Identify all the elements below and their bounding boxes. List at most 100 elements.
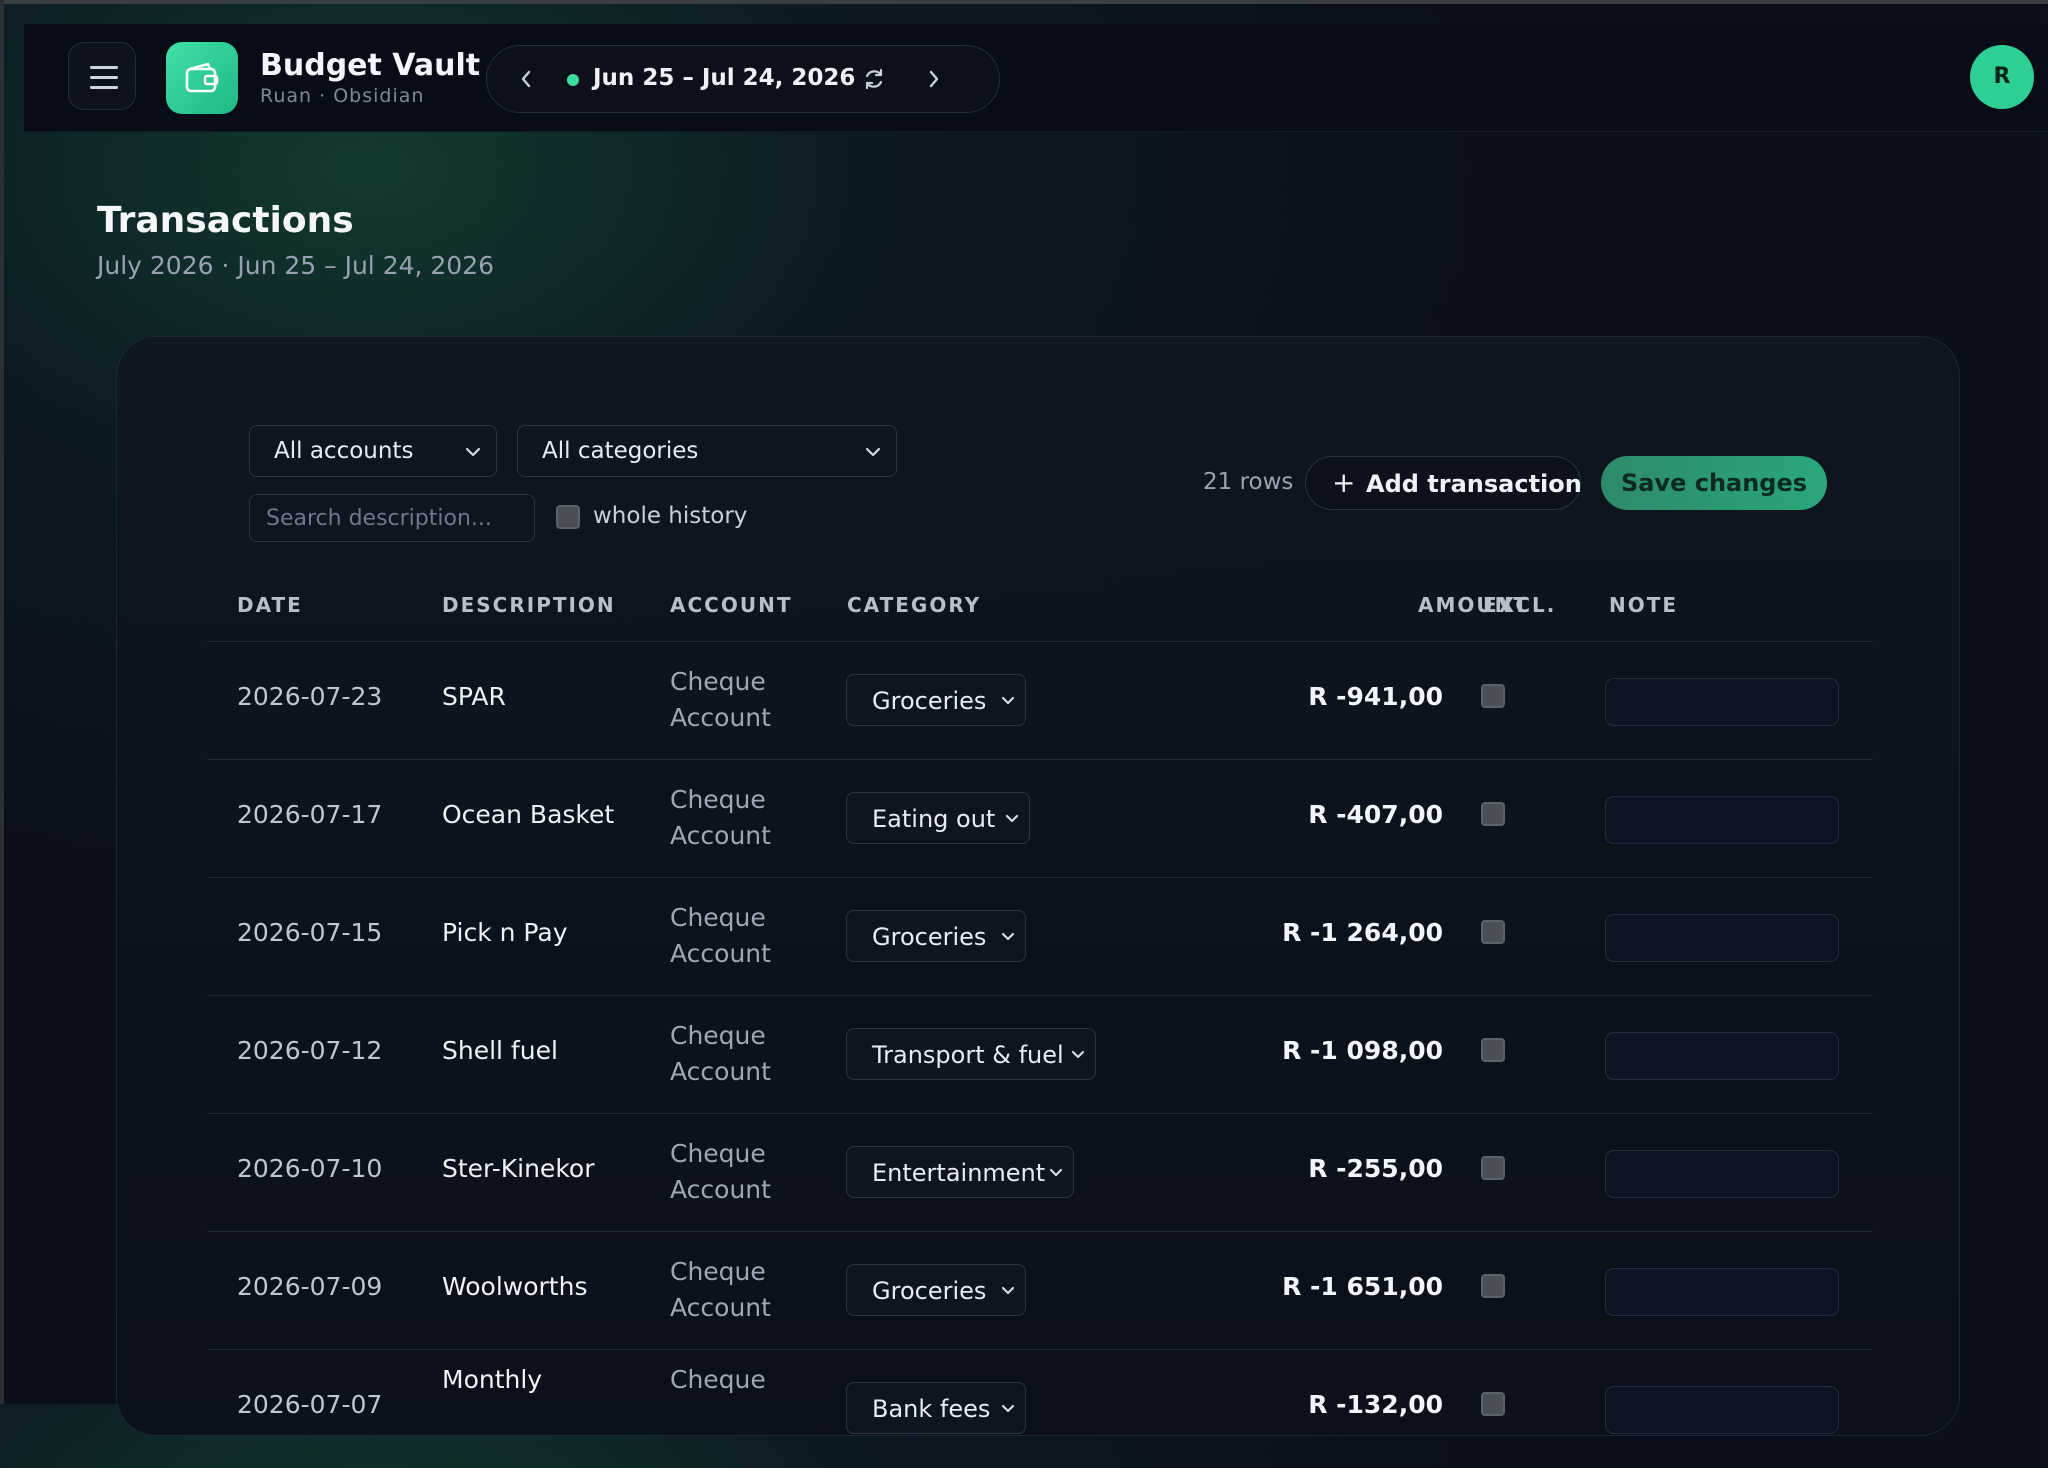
row-note-input[interactable] bbox=[1605, 1150, 1839, 1198]
row-exclude-checkbox[interactable] bbox=[1481, 684, 1505, 708]
app-logo bbox=[166, 42, 238, 114]
column-header-description: DESCRIPTION bbox=[442, 593, 616, 617]
row-description: SPAR bbox=[442, 682, 506, 711]
row-account: Cheque Account bbox=[670, 903, 771, 968]
row-account: Cheque Account bbox=[670, 1139, 771, 1204]
row-amount: R -1 264,00 bbox=[1282, 918, 1443, 947]
chevron-down-icon bbox=[1001, 696, 1015, 705]
row-amount: R -255,00 bbox=[1308, 1154, 1443, 1183]
row-amount: R -1 651,00 bbox=[1282, 1272, 1443, 1301]
row-note-input[interactable] bbox=[1605, 1268, 1839, 1316]
row-exclude-checkbox[interactable] bbox=[1481, 1038, 1505, 1062]
row-description: Shell fuel bbox=[442, 1036, 558, 1065]
add-transaction-label: Add transaction bbox=[1366, 470, 1582, 498]
row-amount: R -1 098,00 bbox=[1282, 1036, 1443, 1065]
row-account: Cheque Account bbox=[670, 1021, 771, 1086]
row-amount: R -407,00 bbox=[1308, 800, 1443, 829]
row-exclude-checkbox[interactable] bbox=[1481, 1274, 1505, 1298]
window-top-edge bbox=[0, 0, 2048, 4]
hamburger-icon-line bbox=[90, 76, 118, 79]
table-row: 2026-07-07 Monthly Cheque Bank fees R -1… bbox=[207, 1349, 1873, 1468]
row-note-input[interactable] bbox=[1605, 678, 1839, 726]
row-exclude-checkbox[interactable] bbox=[1481, 920, 1505, 944]
save-changes-button[interactable]: Save changes bbox=[1601, 456, 1827, 510]
row-account: Cheque Account bbox=[670, 667, 771, 732]
row-date: 2026-07-15 bbox=[237, 918, 383, 947]
row-category-value: Groceries bbox=[872, 923, 987, 951]
account-filter-value: All accounts bbox=[274, 438, 414, 464]
table-row: 2026-07-15 Pick n Pay Cheque Account Gro… bbox=[207, 877, 1873, 996]
row-category-select[interactable]: Entertainment bbox=[846, 1146, 1074, 1198]
chevron-down-icon bbox=[1071, 1050, 1085, 1059]
transactions-card: All accounts All categories whole histor… bbox=[116, 336, 1960, 1436]
row-category-value: Groceries bbox=[872, 687, 987, 715]
app-title: Budget Vault bbox=[260, 48, 481, 83]
row-category-select[interactable]: Bank fees bbox=[846, 1382, 1026, 1434]
user-avatar[interactable]: R bbox=[1970, 45, 2034, 109]
whole-history-label: whole history bbox=[593, 503, 748, 529]
row-account: Cheque Account bbox=[670, 785, 771, 850]
row-note-input[interactable] bbox=[1605, 1386, 1839, 1434]
top-bar: Budget Vault Ruan · Obsidian Jun 25 – Ju… bbox=[24, 24, 2048, 132]
table-row: 2026-07-10 Ster-Kinekor Cheque Account E… bbox=[207, 1113, 1873, 1232]
row-category-select[interactable]: Groceries bbox=[846, 1264, 1026, 1316]
row-exclude-checkbox[interactable] bbox=[1481, 802, 1505, 826]
account-filter-select[interactable]: All accounts bbox=[249, 425, 497, 477]
category-filter-select[interactable]: All categories bbox=[517, 425, 897, 477]
hamburger-icon-line bbox=[90, 66, 118, 69]
whole-history-checkbox[interactable] bbox=[556, 505, 580, 529]
row-category-select[interactable]: Groceries bbox=[846, 674, 1026, 726]
row-date: 2026-07-17 bbox=[237, 800, 383, 829]
plus-icon: + bbox=[1332, 466, 1356, 499]
row-note-input[interactable] bbox=[1605, 914, 1839, 962]
table-row: 2026-07-12 Shell fuel Cheque Account Tra… bbox=[207, 995, 1873, 1114]
row-description: Pick n Pay bbox=[442, 918, 568, 947]
row-note-input[interactable] bbox=[1605, 796, 1839, 844]
chevron-right-icon[interactable] bbox=[927, 68, 941, 90]
row-account: Cheque bbox=[670, 1365, 766, 1394]
window-left-edge bbox=[0, 0, 4, 1404]
refresh-icon[interactable] bbox=[861, 66, 887, 92]
chevron-down-icon bbox=[1049, 1168, 1063, 1177]
table-row: 2026-07-17 Ocean Basket Cheque Account E… bbox=[207, 759, 1873, 878]
row-exclude-checkbox[interactable] bbox=[1481, 1392, 1505, 1416]
column-header-account: ACCOUNT bbox=[670, 593, 793, 617]
period-selector: Jun 25 – Jul 24, 2026 bbox=[486, 45, 1000, 113]
chevron-down-icon bbox=[1001, 932, 1015, 941]
row-date: 2026-07-09 bbox=[237, 1272, 383, 1301]
column-header-excl: EXCL. bbox=[1483, 593, 1557, 617]
wallet-icon bbox=[185, 62, 219, 93]
chevron-left-icon[interactable] bbox=[519, 68, 533, 90]
table-row: 2026-07-09 Woolworths Cheque Account Gro… bbox=[207, 1231, 1873, 1350]
row-date: 2026-07-12 bbox=[237, 1036, 383, 1065]
chevron-down-icon bbox=[865, 447, 881, 457]
period-status-dot bbox=[567, 74, 579, 86]
row-exclude-checkbox[interactable] bbox=[1481, 1156, 1505, 1180]
row-category-value: Entertainment bbox=[872, 1159, 1046, 1187]
add-transaction-button[interactable]: + Add transaction bbox=[1305, 456, 1582, 510]
row-category-select[interactable]: Groceries bbox=[846, 910, 1026, 962]
chevron-down-icon bbox=[465, 447, 481, 457]
chevron-down-icon bbox=[1001, 1404, 1015, 1413]
row-date: 2026-07-07 bbox=[237, 1390, 383, 1419]
row-note-input[interactable] bbox=[1605, 1032, 1839, 1080]
column-header-note: NOTE bbox=[1609, 593, 1679, 617]
period-label: Jun 25 – Jul 24, 2026 bbox=[593, 65, 856, 91]
row-category-select[interactable]: Transport & fuel bbox=[846, 1028, 1096, 1080]
menu-button[interactable] bbox=[68, 42, 136, 110]
row-description: Ocean Basket bbox=[442, 800, 615, 829]
column-header-date: DATE bbox=[237, 593, 303, 617]
hamburger-icon-line bbox=[90, 86, 118, 89]
row-account: Cheque Account bbox=[670, 1257, 771, 1322]
rows-count: 21 rows bbox=[1203, 469, 1294, 495]
row-date: 2026-07-23 bbox=[237, 682, 383, 711]
row-category-value: Eating out bbox=[872, 805, 996, 833]
search-description-input[interactable] bbox=[249, 494, 535, 542]
app-subtitle: Ruan · Obsidian bbox=[260, 85, 425, 107]
table-row: 2026-07-23 SPAR Cheque Account Groceries… bbox=[207, 641, 1873, 760]
row-description: Monthly bbox=[442, 1365, 543, 1394]
row-category-value: Bank fees bbox=[872, 1395, 991, 1423]
row-date: 2026-07-10 bbox=[237, 1154, 383, 1183]
row-category-value: Transport & fuel bbox=[872, 1041, 1064, 1069]
row-category-select[interactable]: Eating out bbox=[846, 792, 1030, 844]
